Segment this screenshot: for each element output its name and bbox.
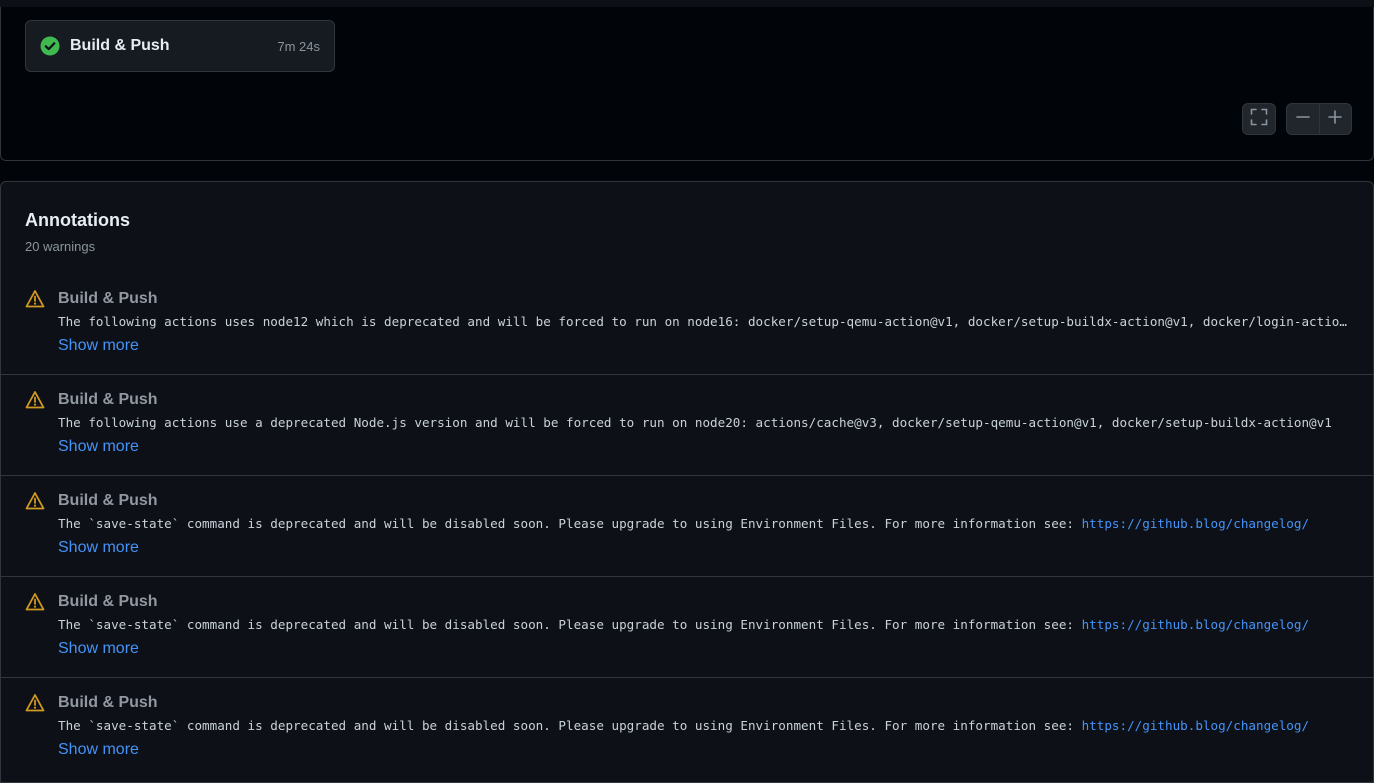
job-name: Build & Push	[70, 37, 170, 54]
plus-icon	[1327, 109, 1343, 130]
zoom-controls	[1286, 103, 1352, 135]
show-more-link[interactable]: Show more	[58, 337, 139, 355]
warning-icon	[25, 491, 45, 511]
annotation-item: Build & Push The `save-state` command is…	[1, 577, 1373, 678]
zoom-in-button[interactable]	[1320, 104, 1352, 134]
annotations-count: 20 warnings	[25, 239, 96, 254]
annotation-message: The `save-state` command is deprecated a…	[58, 516, 1310, 531]
annotation-link[interactable]: https://github.blog/changelog/	[1082, 617, 1309, 632]
annotation-job: Build & Push	[58, 694, 158, 711]
minus-icon	[1295, 109, 1311, 130]
annotation-link[interactable]: https://github.blog/changelog/	[1082, 516, 1309, 531]
annotation-message: The following actions uses node12 which …	[58, 314, 1350, 329]
annotation-job: Build & Push	[58, 391, 158, 408]
fullscreen-button[interactable]	[1242, 103, 1276, 135]
warning-icon	[25, 390, 45, 410]
warning-icon	[25, 289, 45, 309]
show-more-link[interactable]: Show more	[58, 741, 139, 759]
annotations-title: Annotations	[25, 210, 130, 230]
warning-icon	[25, 693, 45, 713]
annotation-item: Build & Push The `save-state` command is…	[1, 476, 1373, 577]
annotation-message: The following actions use a deprecated N…	[58, 415, 1332, 430]
annotation-job: Build & Push	[58, 492, 158, 509]
annotation-job: Build & Push	[58, 593, 158, 610]
annotation-message: The `save-state` command is deprecated a…	[58, 617, 1310, 632]
top-bar	[0, 0, 1374, 7]
annotations-panel: Annotations 20 warnings Build & Push The…	[0, 181, 1374, 783]
annotation-item: Build & Push The `save-state` command is…	[1, 678, 1373, 779]
annotation-message: The `save-state` command is deprecated a…	[58, 718, 1310, 733]
show-more-link[interactable]: Show more	[58, 438, 139, 456]
zoom-out-button[interactable]	[1287, 104, 1320, 134]
job-duration: 7m 24s	[277, 38, 320, 54]
workflow-graph: Build & Push 7m 24s	[0, 7, 1374, 161]
show-more-link[interactable]: Show more	[58, 640, 139, 658]
fullscreen-icon	[1250, 108, 1268, 131]
annotation-job: Build & Push	[58, 290, 158, 307]
show-more-link[interactable]: Show more	[58, 539, 139, 557]
annotation-list: Build & Push The following actions uses …	[1, 274, 1373, 779]
job-card-build-push[interactable]: Build & Push 7m 24s	[25, 20, 335, 72]
annotation-item: Build & Push The following actions uses …	[1, 274, 1373, 375]
warning-icon	[25, 592, 45, 612]
annotation-link[interactable]: https://github.blog/changelog/	[1082, 718, 1309, 733]
annotation-item: Build & Push The following actions use a…	[1, 375, 1373, 476]
check-circle-icon	[40, 36, 60, 56]
